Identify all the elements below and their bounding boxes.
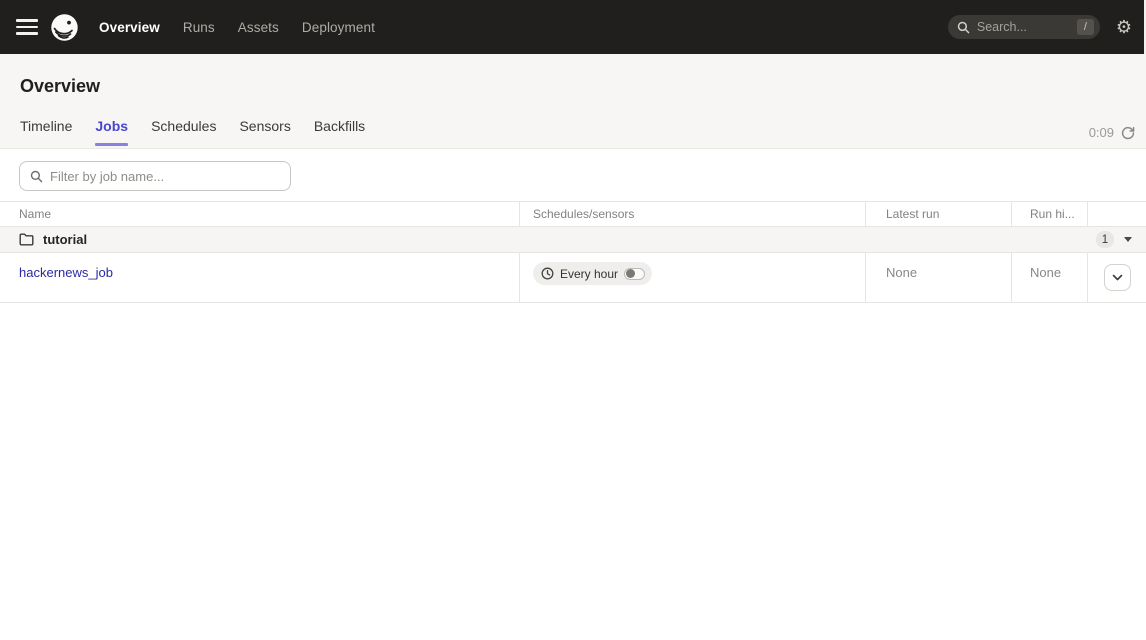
nav-item-overview[interactable]: Overview (99, 20, 160, 35)
group-count-badge: 1 (1096, 231, 1114, 248)
column-header-actions (1088, 202, 1146, 226)
schedule-chip[interactable]: Every hour (533, 262, 652, 285)
search-shortcut-key: / (1077, 19, 1094, 35)
job-filter-field (19, 161, 291, 191)
toggle-knob (626, 269, 635, 278)
page-header: Overview Timeline Jobs Schedules Sensors… (0, 54, 1146, 149)
group-name: tutorial (43, 232, 87, 247)
table-header-row: Name Schedules/sensors Latest run Run hi… (0, 201, 1146, 227)
primary-nav: Overview Runs Assets Deployment (99, 20, 375, 35)
top-navbar: Overview Runs Assets Deployment Search..… (0, 0, 1146, 54)
table-row: hackernews_job Every hour None None (0, 253, 1146, 303)
tab-jobs[interactable]: Jobs (95, 118, 128, 148)
tab-backfills[interactable]: Backfills (314, 118, 365, 148)
nav-item-deployment[interactable]: Deployment (302, 20, 375, 35)
refresh-elapsed-time: 0:09 (1089, 125, 1114, 140)
hamburger-menu-icon[interactable] (16, 19, 38, 35)
nav-item-runs[interactable]: Runs (183, 20, 215, 35)
filter-search-icon (30, 170, 43, 183)
settings-gear-icon[interactable]: ⚙ (1116, 18, 1132, 36)
refresh-status: 0:09 (1089, 125, 1135, 140)
nav-item-assets[interactable]: Assets (238, 20, 279, 35)
refresh-icon[interactable] (1121, 126, 1135, 140)
jobs-table: Name Schedules/sensors Latest run Run hi… (0, 201, 1146, 303)
repo-group-row-tutorial[interactable]: tutorial 1 (0, 227, 1146, 253)
global-search-placeholder: Search... (977, 20, 1077, 34)
dagster-logo-icon[interactable] (50, 13, 79, 42)
schedule-chip-label: Every hour (560, 267, 618, 281)
tab-timeline[interactable]: Timeline (20, 118, 72, 148)
column-header-run-history: Run hi... (1012, 202, 1088, 226)
column-header-latest-run: Latest run (866, 202, 1012, 226)
row-menu-button[interactable] (1104, 264, 1131, 291)
tab-sensors[interactable]: Sensors (239, 118, 290, 148)
search-icon (957, 21, 970, 34)
latest-run-value: None (886, 265, 917, 280)
column-header-schedules: Schedules/sensors (520, 202, 866, 226)
clock-icon (541, 267, 554, 280)
group-collapse-caret-icon[interactable] (1124, 237, 1132, 242)
job-name-link[interactable]: hackernews_job (19, 265, 113, 280)
chevron-down-icon (1112, 274, 1123, 281)
overview-tabs: Timeline Jobs Schedules Sensors Backfill… (0, 97, 1146, 148)
column-header-name: Name (0, 202, 520, 226)
page-title: Overview (0, 54, 1146, 97)
global-search-button[interactable]: Search... / (948, 15, 1100, 39)
folder-icon (19, 233, 34, 246)
job-filter-input[interactable] (50, 169, 280, 184)
schedule-toggle[interactable] (624, 268, 645, 280)
tab-schedules[interactable]: Schedules (151, 118, 216, 148)
run-history-value: None (1030, 265, 1061, 280)
